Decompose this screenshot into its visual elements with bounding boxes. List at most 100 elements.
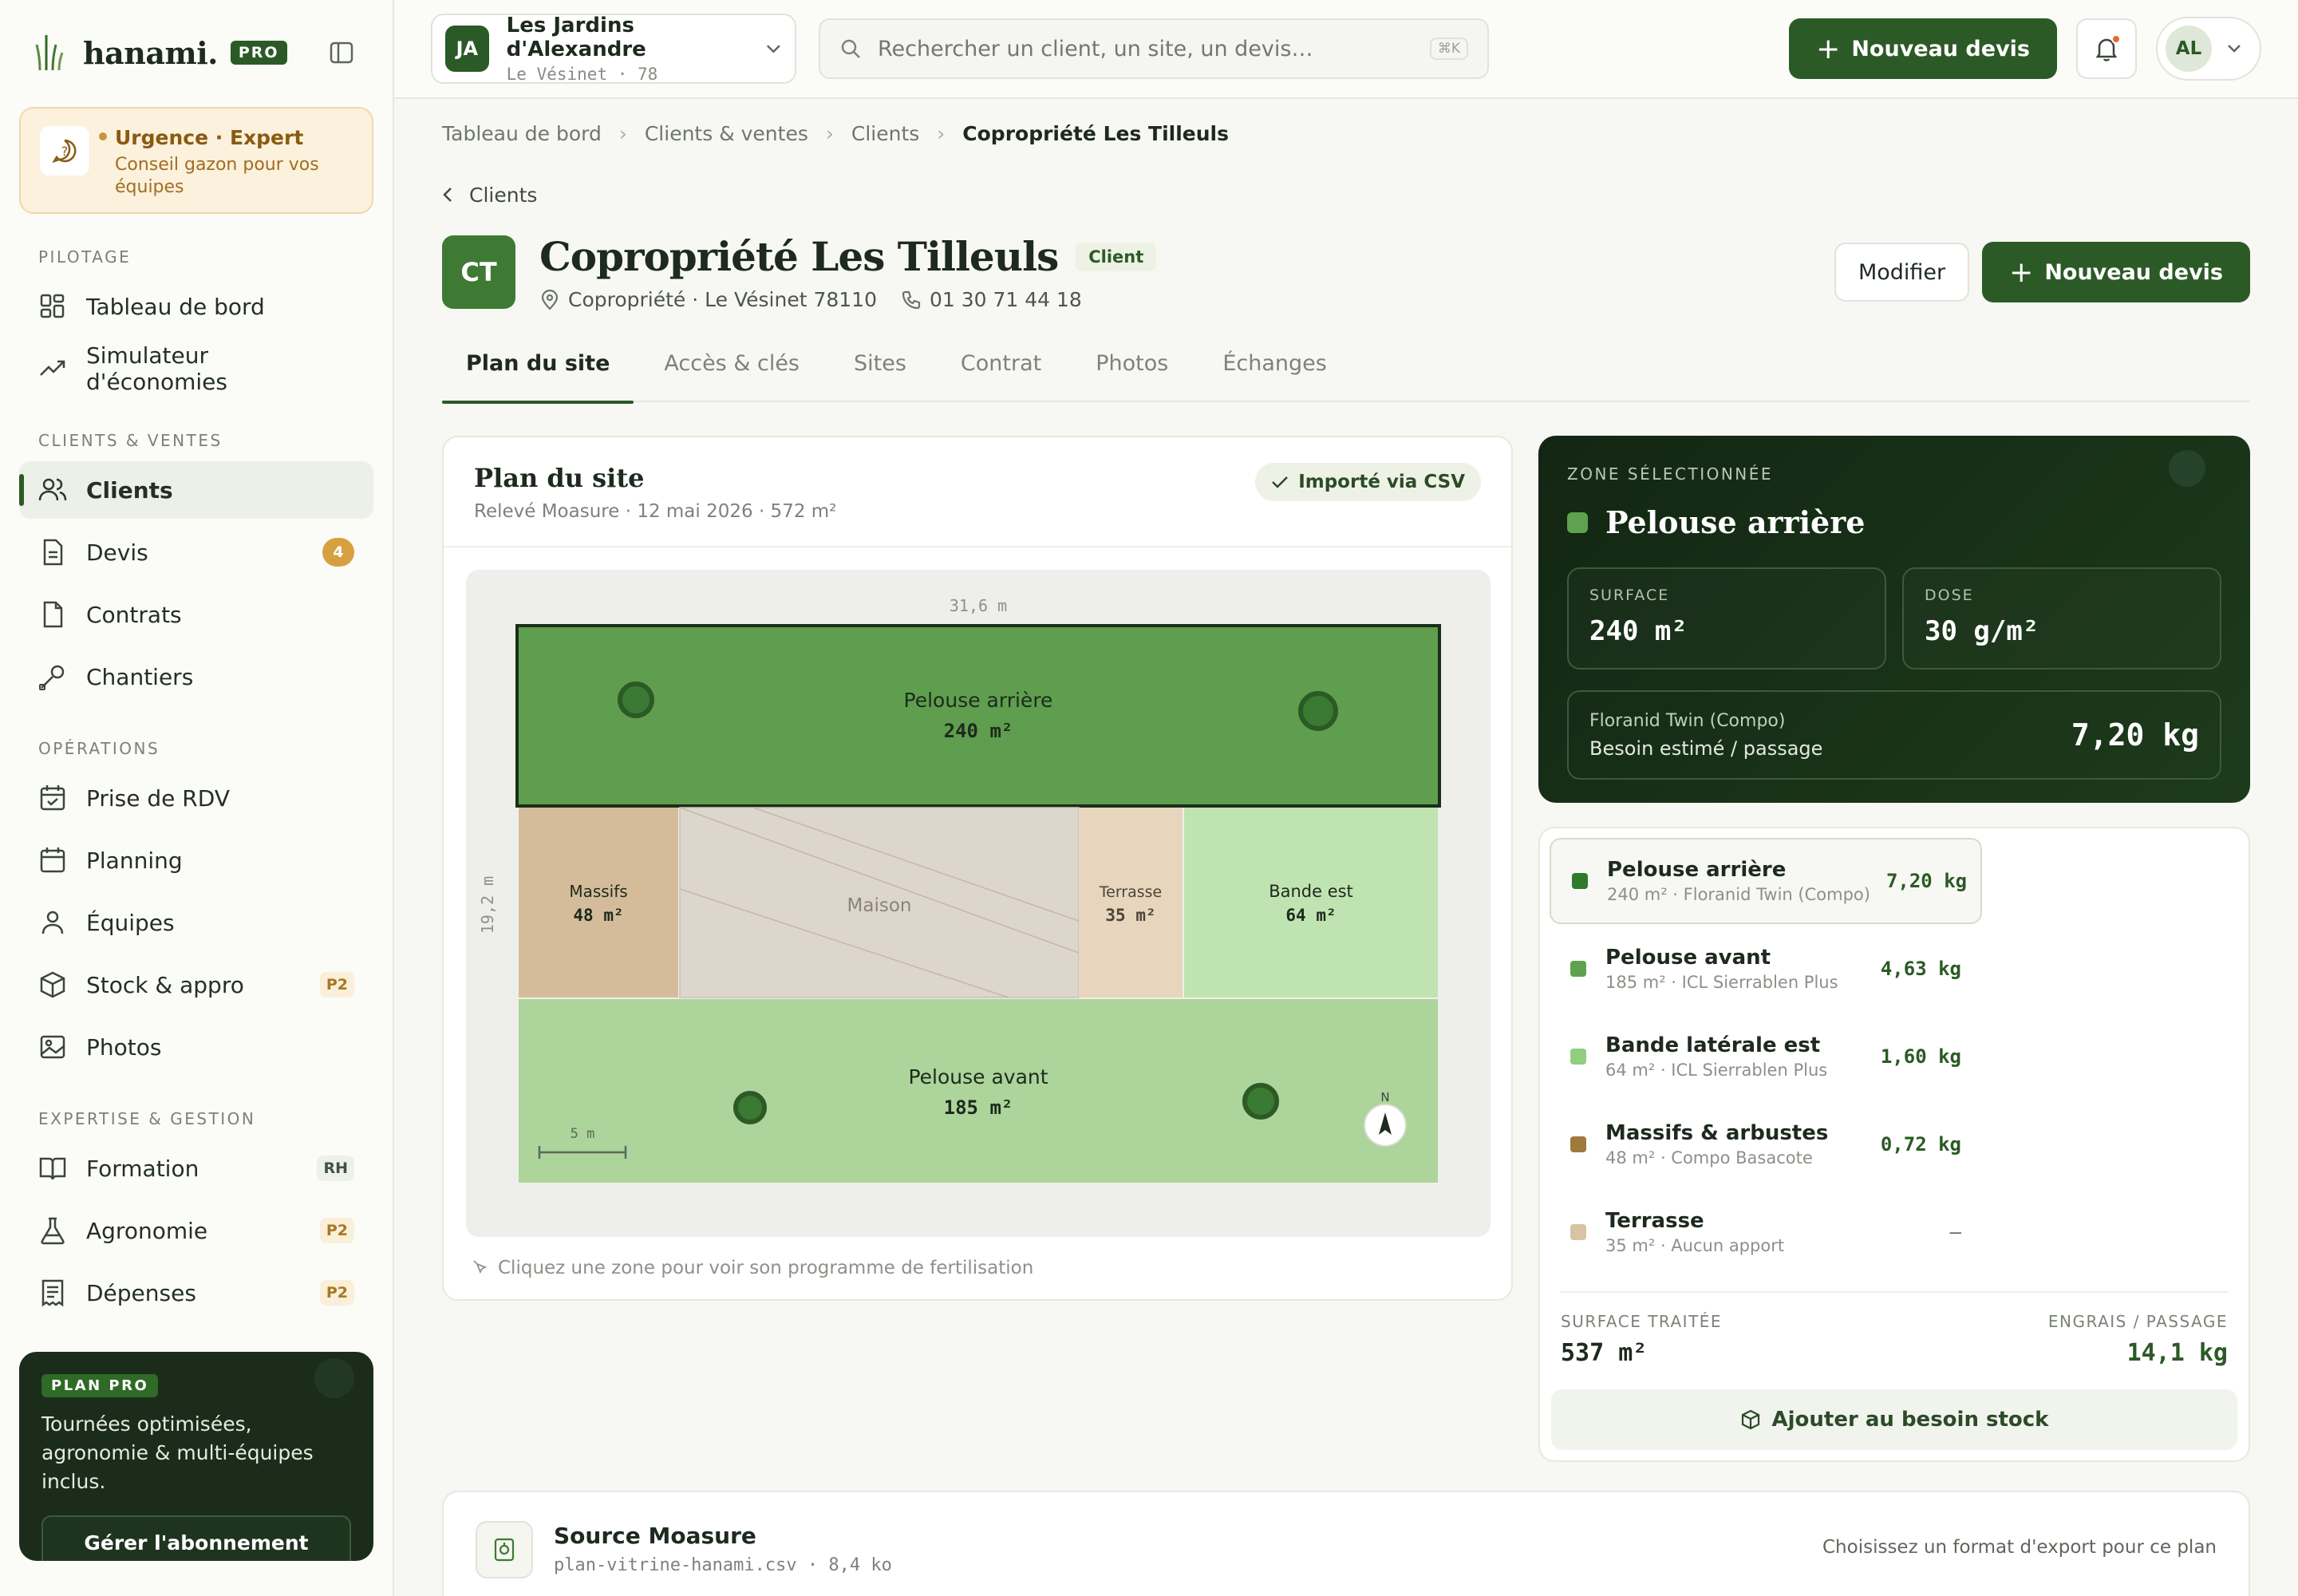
- zone-label: Pelouse avant: [908, 1065, 1048, 1088]
- tab-contrat[interactable]: Contrat: [937, 346, 1065, 402]
- client-location: Copropriété · Le Vésinet 78110: [568, 288, 877, 311]
- list-item[interactable]: Pelouse arrière 240 m² · Floranid Twin (…: [1550, 838, 1982, 924]
- list-item[interactable]: Pelouse avant 185 m² · ICL Sierrablen Pl…: [1550, 926, 1982, 1012]
- sidebar-item-simulator[interactable]: Simulateur d'économies: [19, 340, 373, 397]
- org-location: Le Vésinet · 78: [506, 65, 658, 84]
- client-phone[interactable]: 01 30 71 44 18: [930, 288, 1082, 311]
- sidebar-item-clients[interactable]: Clients: [19, 461, 373, 519]
- sidebar-item-chantiers[interactable]: Chantiers: [19, 648, 373, 705]
- sidebar-item-planning[interactable]: Planning: [19, 832, 373, 889]
- file-sensor-icon: [476, 1521, 533, 1578]
- stock-p2-badge: P2: [319, 972, 354, 998]
- tab-sites[interactable]: Sites: [830, 346, 930, 402]
- box-icon: [1741, 1409, 1759, 1430]
- zone-maison: Maison: [679, 807, 1080, 998]
- search-bar[interactable]: ⌘K: [819, 18, 1489, 79]
- sidebar-item-agronomie[interactable]: Agronomie P2: [19, 1202, 373, 1259]
- zone-row-sub: 35 m² · Aucun apport: [1605, 1236, 1785, 1255]
- sidebar-item-formation[interactable]: Formation RH: [19, 1140, 373, 1197]
- organization-selector[interactable]: JA Les Jardins d'Alexandre Le Vésinet · …: [431, 14, 796, 84]
- edit-client-button[interactable]: Modifier: [1834, 243, 1970, 302]
- manage-subscription-button[interactable]: Gérer l'abonnement: [41, 1515, 351, 1561]
- zone-label: Maison: [847, 895, 912, 916]
- plan-pro-badge: PLAN PRO: [41, 1374, 159, 1397]
- plan-pro-text: Tournées optimisées, agronomie & multi-é…: [41, 1412, 314, 1493]
- org-name: Les Jardins d'Alexandre: [506, 14, 646, 61]
- plan-height-label: 19,2 m: [478, 876, 497, 934]
- tree-icon: [733, 1091, 767, 1124]
- zone-massifs[interactable]: Massifs 48 m²: [519, 808, 678, 998]
- zone-pelouse-avant[interactable]: Pelouse avant 185 m²: [519, 999, 1438, 1183]
- source-title: Source Moasure: [554, 1523, 756, 1549]
- sidebar-item-stock[interactable]: Stock & appro P2: [19, 956, 373, 1013]
- calendar-icon: [40, 847, 65, 873]
- topbar-new-quote-button[interactable]: + Nouveau devis: [1789, 18, 2057, 79]
- sidebar-collapse-button[interactable]: [326, 37, 357, 69]
- search-input[interactable]: [878, 36, 1430, 61]
- devis-count-badge: 4: [322, 538, 354, 567]
- zone-area: 185 m²: [944, 1096, 1013, 1119]
- chevron-down-icon: [2228, 45, 2241, 53]
- chevron-left-icon: [443, 188, 452, 202]
- users-icon: [38, 478, 67, 501]
- sidebar-item-photos[interactable]: Photos: [19, 1018, 373, 1076]
- tools-icon: [39, 665, 65, 690]
- sidebar-item-label: Dépenses: [86, 1279, 196, 1306]
- breadcrumb-clients-ventes[interactable]: Clients & ventes: [645, 122, 808, 145]
- zone-bande-est[interactable]: Bande est 64 m²: [1184, 808, 1438, 998]
- zone-row-name: Pelouse arrière: [1607, 858, 1787, 882]
- nav-section-pilotage: PILOTAGE: [38, 247, 132, 267]
- tab-acces-cles[interactable]: Accès & clés: [640, 346, 823, 402]
- page-content: Tableau de bord › Clients & ventes › Cli…: [394, 99, 2298, 1462]
- breadcrumb-dashboard[interactable]: Tableau de bord: [442, 122, 602, 145]
- search-icon: [841, 39, 860, 58]
- urgence-subtitle: Conseil gazon pour vos équipes: [115, 155, 319, 197]
- add-to-stock-label: Ajouter au besoin stock: [1771, 1408, 2049, 1432]
- zone-color-swatch: [1570, 1049, 1586, 1065]
- user-menu[interactable]: AL: [2156, 17, 2261, 81]
- back-link[interactable]: Clients: [442, 179, 2250, 211]
- header-new-quote-button[interactable]: + Nouveau devis: [1982, 242, 2250, 302]
- sidebar-item-rdv[interactable]: Prise de RDV: [19, 769, 373, 827]
- help-bubble-icon: ?: [40, 126, 107, 176]
- nav-section-expertise: EXPERTISE & GESTION: [38, 1109, 256, 1128]
- zone-label: Terrasse: [1099, 883, 1163, 901]
- list-item[interactable]: Massifs & arbustes 48 m² · Compo Basacot…: [1550, 1101, 1982, 1187]
- sidebar-item-equipes[interactable]: Équipes: [19, 894, 373, 951]
- chevron-right-icon: ›: [825, 121, 834, 145]
- formation-rh-badge: RH: [317, 1156, 354, 1181]
- list-item[interactable]: Bande latérale est 64 m² · ICL Sierrable…: [1550, 1013, 1982, 1100]
- chevron-right-icon: ›: [618, 121, 627, 145]
- client-status-badge: Client: [1076, 242, 1157, 271]
- list-item[interactable]: Terrasse 35 m² · Aucun apport —: [1550, 1189, 1982, 1275]
- tab-photos[interactable]: Photos: [1072, 346, 1192, 402]
- tab-plan-du-site[interactable]: Plan du site: [442, 346, 634, 404]
- chevron-down-icon: [767, 45, 781, 53]
- book-icon: [39, 1157, 66, 1180]
- zone-terrasse[interactable]: Terrasse 35 m²: [1079, 808, 1183, 998]
- zone-area: 240 m²: [944, 720, 1013, 742]
- tab-echanges[interactable]: Échanges: [1198, 346, 1351, 402]
- breadcrumb-clients[interactable]: Clients: [851, 122, 919, 145]
- dashboard-grid-icon: [40, 294, 65, 318]
- plan-hint-text: Cliquez une zone pour voir son programme…: [498, 1258, 1034, 1278]
- sidebar-item-label: Clients: [86, 476, 173, 504]
- sidebar-item-depenses[interactable]: Dépenses P2: [19, 1264, 373, 1321]
- notifications-button[interactable]: [2076, 18, 2137, 79]
- plan-hint: Cliquez une zone pour voir son programme…: [472, 1258, 1033, 1278]
- zone-area: 35 m²: [1105, 906, 1155, 925]
- zone-row-name: Bande latérale est: [1605, 1033, 1821, 1057]
- main-content: JA Les Jardins d'Alexandre Le Vésinet · …: [394, 0, 2298, 1596]
- sidebar-item-devis[interactable]: Devis 4: [19, 523, 373, 581]
- urgence-expert-card[interactable]: ? Urgence · Expert Conseil gazon pour vo…: [19, 107, 373, 214]
- zone-row-value: 4,63 kg: [1880, 958, 1961, 980]
- chevron-right-icon: ›: [937, 121, 946, 145]
- calendar-check-icon: [40, 785, 65, 811]
- sidebar-item-contrats[interactable]: Contrats: [19, 586, 373, 643]
- topbar: JA Les Jardins d'Alexandre Le Vésinet · …: [394, 0, 2298, 99]
- sidebar-item-dashboard[interactable]: Tableau de bord: [19, 278, 373, 335]
- add-to-stock-button[interactable]: Ajouter au besoin stock: [1551, 1389, 2237, 1450]
- zone-row-sub: 48 m² · Compo Basacote: [1605, 1148, 1813, 1167]
- zone-color-swatch: [1567, 512, 1588, 533]
- sidebar-item-label: Formation: [86, 1155, 199, 1182]
